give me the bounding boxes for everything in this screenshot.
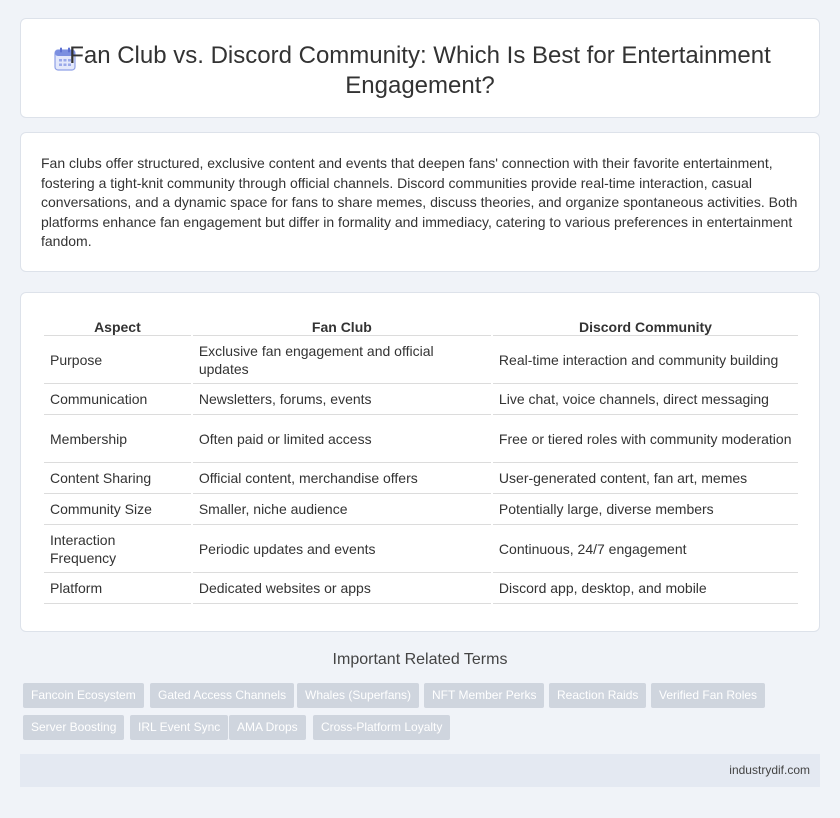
table-cell: Smaller, niche audience [192, 494, 491, 525]
header-fan-club: Fan Club [192, 314, 491, 336]
table-cell: Newsletters, forums, events [192, 384, 491, 415]
table-cell: Purpose [44, 336, 191, 384]
table-cell: Often paid or limited access [192, 415, 491, 463]
table-row: Platform Dedicated websites or apps Disc… [44, 573, 798, 604]
table-row: Content Sharing Official content, mercha… [44, 463, 798, 494]
table-row: Communication Newsletters, forums, event… [44, 384, 798, 415]
header-aspect: Aspect [44, 314, 191, 336]
table-cell: Content Sharing [44, 463, 191, 494]
table-cell: Free or tiered roles with community mode… [492, 415, 798, 463]
intro-text: Fan clubs offer structured, exclusive co… [41, 155, 798, 249]
table-cell: Interaction Frequency [44, 525, 191, 573]
footer-site-link[interactable]: industrydif.com [729, 763, 810, 777]
tag-verified-fan-roles[interactable]: Verified Fan Roles [651, 683, 766, 708]
tag-gated-access-channels[interactable]: Gated Access Channels [150, 683, 295, 708]
tag-server-boosting[interactable]: Server Boosting [23, 715, 125, 740]
table-cell: Continuous, 24/7 engagement [492, 525, 798, 573]
page-title-line2: Engagement? [345, 72, 495, 99]
intro-card: Fan clubs offer structured, exclusive co… [20, 132, 820, 272]
footer: industrydif.com [20, 754, 820, 787]
tag-cross-platform-loyalty[interactable]: Cross-Platform Loyalty [313, 715, 451, 740]
header-card: Fan Club vs. Discord Community: Which Is… [20, 18, 820, 118]
table-cell: Community Size [44, 494, 191, 525]
table-cell: Dedicated websites or apps [192, 573, 491, 604]
table-row: Community Size Smaller, niche audience P… [44, 494, 798, 525]
table-cell: Membership [44, 415, 191, 463]
page-title: Fan Club vs. Discord Community: Which Is… [21, 41, 819, 101]
table-cell: Real-time interaction and community buil… [492, 336, 798, 384]
header-discord-community: Discord Community [492, 314, 798, 336]
tag-ama-drops[interactable]: AMA Drops [229, 715, 306, 740]
table-cell: Discord app, desktop, and mobile [492, 573, 798, 604]
table-cell: Exclusive fan engagement and official up… [192, 336, 491, 384]
table-row: Interaction Frequency Periodic updates a… [44, 525, 798, 573]
comparison-table: Aspect Fan Club Discord Community Purpos… [42, 314, 800, 604]
table-row: Purpose Exclusive fan engagement and off… [44, 336, 798, 384]
table-cell: Communication [44, 384, 191, 415]
tag-fancoin-ecosystem[interactable]: Fancoin Ecosystem [23, 683, 144, 708]
tag-irl-event-sync[interactable]: IRL Event Sync [130, 715, 229, 740]
tag-nft-member-perks[interactable]: NFT Member Perks [424, 683, 545, 708]
table-row: Membership Often paid or limited access … [44, 415, 798, 463]
tag-whales-superfans[interactable]: Whales (Superfans) [297, 683, 420, 708]
comparison-table-card: Aspect Fan Club Discord Community Purpos… [20, 292, 820, 632]
table-cell: Platform [44, 573, 191, 604]
table-cell: Periodic updates and events [192, 525, 491, 573]
table-cell: Official content, merchandise offers [192, 463, 491, 494]
related-terms-title: Important Related Terms [332, 651, 508, 668]
tag-reaction-raids[interactable]: Reaction Raids [549, 683, 647, 708]
table-cell: Live chat, voice channels, direct messag… [492, 384, 798, 415]
table-cell: Potentially large, diverse members [492, 494, 798, 525]
table-header-row: Aspect Fan Club Discord Community [44, 314, 798, 336]
page-title-line1: Fan Club vs. Discord Community: Which Is… [69, 42, 771, 69]
table-cell: User-generated content, fan art, memes [492, 463, 798, 494]
